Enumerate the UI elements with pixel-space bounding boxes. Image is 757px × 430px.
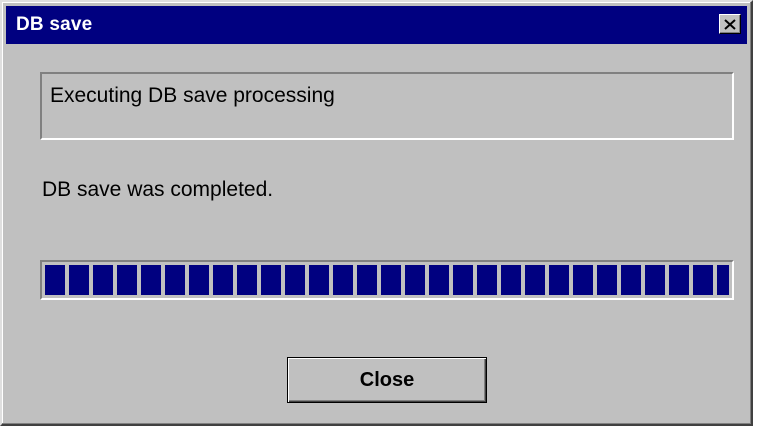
progress-track	[45, 265, 729, 295]
close-icon	[724, 18, 736, 30]
title-close-button[interactable]	[719, 14, 741, 34]
title-bar[interactable]: DB save	[6, 6, 747, 44]
progress-fill	[45, 265, 729, 295]
progress-bar	[40, 260, 734, 300]
dialog-window: DB save Executing DB save processing DB …	[0, 0, 753, 426]
processing-message: Executing DB save processing	[50, 84, 335, 107]
processing-group-box: Executing DB save processing	[40, 72, 734, 140]
close-button[interactable]: Close	[287, 357, 487, 403]
window-title: DB save	[16, 14, 93, 35]
completion-status: DB save was completed.	[42, 178, 274, 201]
